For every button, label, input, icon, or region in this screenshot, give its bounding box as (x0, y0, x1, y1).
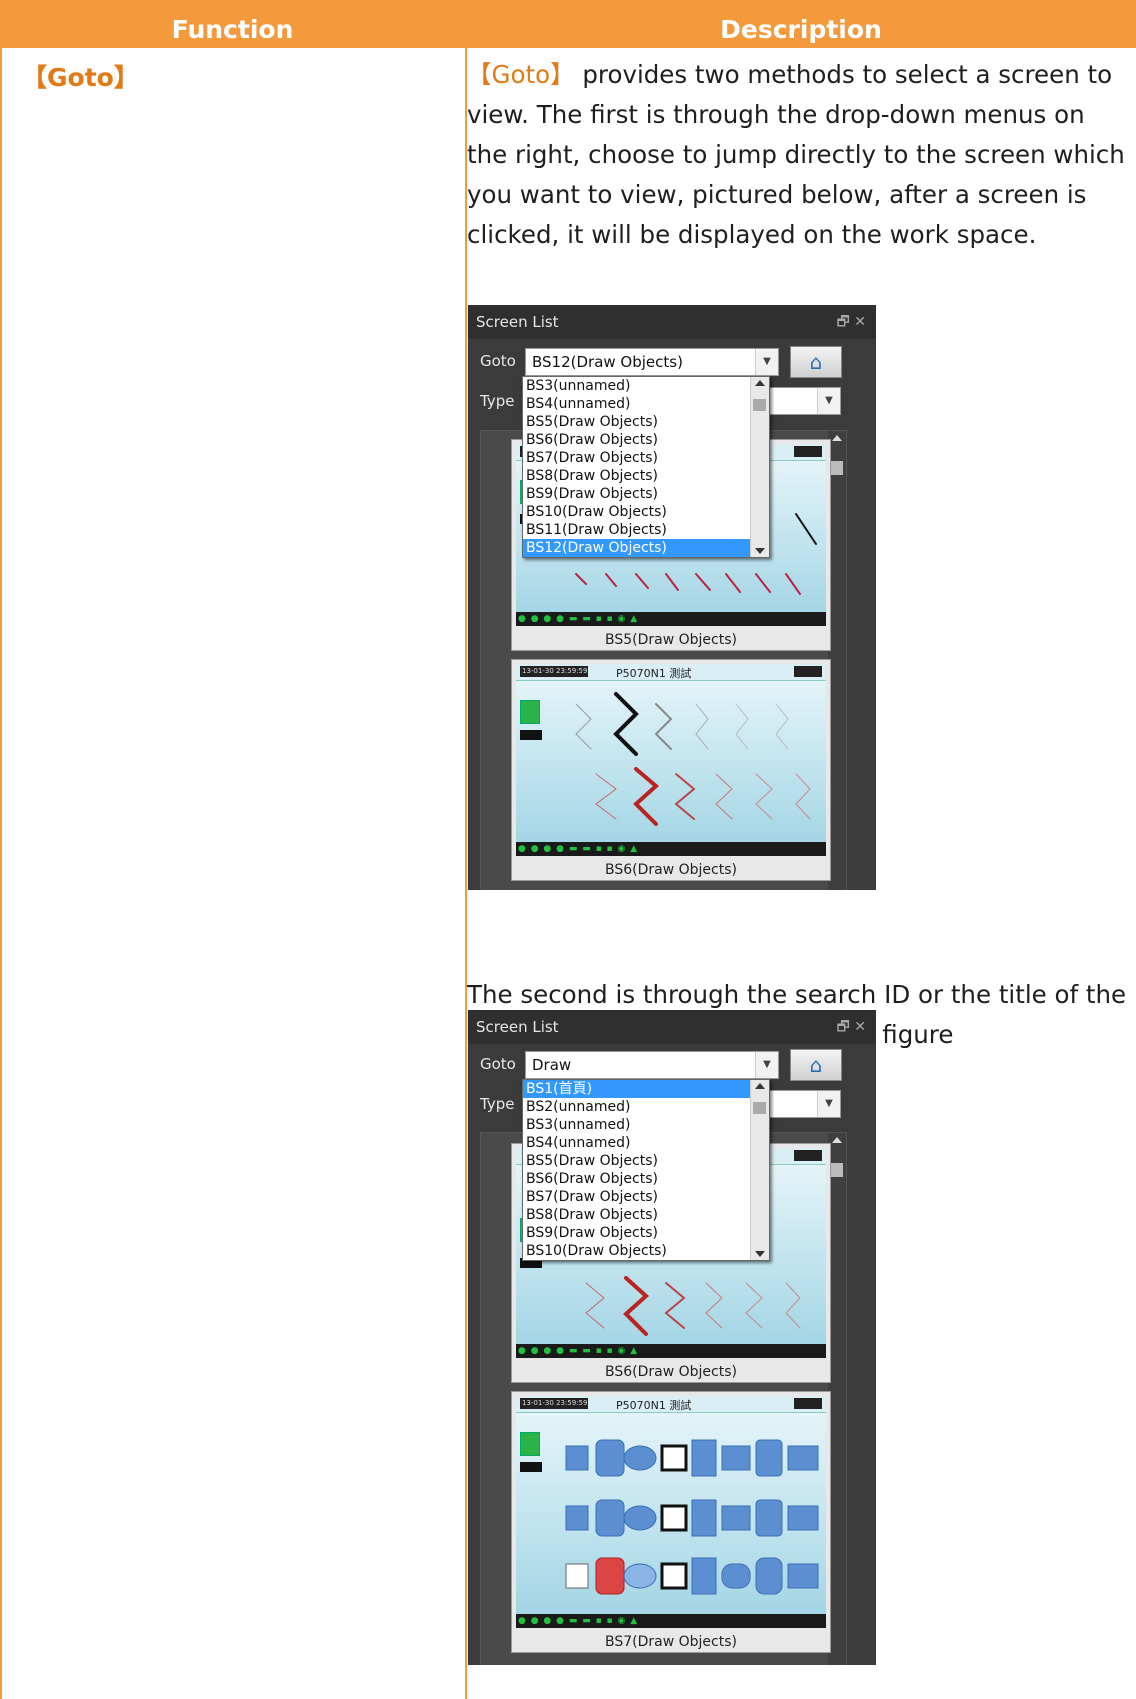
scroll-up-icon[interactable] (832, 435, 842, 441)
scroll-thumb[interactable] (753, 1102, 766, 1114)
header-description: Description (720, 15, 882, 44)
preview-zigzags (575, 692, 811, 826)
dropdown-item[interactable]: BS4(unnamed) (523, 395, 769, 413)
chevron-down-icon[interactable]: ▼ (817, 388, 840, 414)
goto-dropdown-list[interactable]: BS1(首頁) BS2(unnamed) BS3(unnamed) BS4(unnam… (522, 1079, 770, 1261)
home-button[interactable]: ⌂ (790, 1049, 842, 1081)
dropdown-item[interactable]: BS8(Draw Objects) (523, 1206, 769, 1224)
dropdown-item[interactable]: BS5(Draw Objects) (523, 413, 769, 431)
preview-dots: ● ● ● ● ▬ ▬ ▪ ▪ ◉ ▲ (518, 614, 639, 624)
dropdown-item[interactable]: BS3(unnamed) (523, 377, 769, 395)
dropdown-item[interactable]: BS12(Draw Objects) (523, 539, 769, 557)
goto-combo[interactable]: Draw ▼ (525, 1051, 779, 1079)
thumbnail-caption: BS7(Draw Objects) (605, 1634, 737, 1650)
dropdown-item[interactable]: BS9(Draw Objects) (523, 1224, 769, 1242)
table-divider (465, 48, 467, 1699)
screen-list-panel-1: Screen List 🗗 ✕ Goto BS12(Draw Objects) … (468, 305, 876, 890)
dropdown-item[interactable]: BS6(Draw Objects) (523, 1170, 769, 1188)
home-icon: ⌂ (809, 1053, 823, 1077)
dropdown-scrollbar[interactable] (750, 377, 769, 557)
dropdown-item[interactable]: BS10(Draw Objects) (523, 503, 769, 521)
thumbnail-caption: BS6(Draw Objects) (605, 1364, 737, 1380)
goto-dropdown-list[interactable]: BS3(unnamed) BS4(unnamed) BS5(Draw Objects… (522, 376, 770, 558)
dropdown-item[interactable]: BS4(unnamed) (523, 1134, 769, 1152)
table-border-left (0, 48, 2, 1699)
type-label: Type (480, 392, 515, 410)
scroll-down-icon[interactable] (755, 1251, 765, 1257)
thumbnail-caption: BS6(Draw Objects) (605, 862, 737, 878)
scroll-up-icon[interactable] (755, 380, 765, 386)
chevron-down-icon[interactable]: ▼ (755, 1052, 778, 1078)
scroll-thumb[interactable] (831, 1163, 843, 1177)
thumbnail-card[interactable]: 13-01-30 23:59:59 P5070N1 測試 ● ● ● ● ▬ ▬… (511, 1391, 831, 1653)
goto-value: BS12(Draw Objects) (532, 353, 683, 371)
home-button[interactable]: ⌂ (790, 346, 842, 378)
dropdown-item[interactable]: BS8(Draw Objects) (523, 467, 769, 485)
preview-shapes (565, 1439, 819, 1595)
settings-table: Function Description 【Goto】 【Goto】 provi… (0, 0, 1136, 1699)
goto-value: Draw (532, 1056, 572, 1074)
screen-list-panel-2: Screen List 🗗 ✕ Goto Draw ▼ ⌂ Type ▼ ● ●… (468, 1010, 876, 1665)
thumbnail-caption: BS5(Draw Objects) (605, 632, 737, 648)
window-controls-icon[interactable]: 🗗 ✕ (837, 305, 866, 339)
thumbnail-preview: 13-01-30 23:59:59 P5070N1 測試 ● ● ● ● ▬ ▬… (516, 1396, 826, 1628)
goto-highlight: 【Goto】 (467, 60, 575, 89)
home-icon: ⌂ (809, 350, 823, 374)
preview-dots: ● ● ● ● ▬ ▬ ▪ ▪ ◉ ▲ (518, 1346, 639, 1356)
header-function: Function (171, 15, 294, 44)
dropdown-item[interactable]: BS3(unnamed) (523, 1116, 769, 1134)
goto-label: Goto (480, 352, 516, 370)
scroll-down-icon[interactable] (755, 548, 765, 554)
description-paragraph-1: 【Goto】 provides two methods to select a … (467, 55, 1127, 255)
function-goto: 【Goto】 (22, 63, 139, 92)
scroll-thumb[interactable] (831, 461, 843, 475)
thumbnail-card[interactable]: 13-01-30 23:59:59 P5070N1 測試 ● ● ● ● ▬ ▬… (511, 659, 831, 881)
goto-label: Goto (480, 1055, 516, 1073)
dropdown-item[interactable]: BS2(unnamed) (523, 1098, 769, 1116)
dropdown-item[interactable]: BS1(首頁) (523, 1080, 769, 1098)
dropdown-item[interactable]: BS9(Draw Objects) (523, 485, 769, 503)
preview-bottom-bar: ● ● ● ● ▬ ▬ ▪ ▪ ◉ ▲ (516, 1614, 826, 1628)
preview-dots: ● ● ● ● ▬ ▬ ▪ ▪ ◉ ▲ (518, 1616, 639, 1626)
dropdown-item[interactable]: BS11(Draw Objects) (523, 521, 769, 539)
scroll-up-icon[interactable] (755, 1083, 765, 1089)
chevron-down-icon[interactable]: ▼ (755, 349, 778, 375)
dropdown-item[interactable]: BS10(Draw Objects) (523, 1242, 769, 1260)
dropdown-item[interactable]: BS6(Draw Objects) (523, 431, 769, 449)
table-header: Function Description (0, 0, 1136, 48)
dropdown-item[interactable]: BS5(Draw Objects) (523, 1152, 769, 1170)
preview-bottom-bar: ● ● ● ● ▬ ▬ ▪ ▪ ◉ ▲ (516, 842, 826, 856)
panel-title-text: Screen List (476, 1018, 559, 1036)
panel-title-text: Screen List (476, 313, 559, 331)
window-controls-icon[interactable]: 🗗 ✕ (837, 1010, 866, 1044)
dropdown-scrollbar[interactable] (750, 1080, 769, 1260)
dropdown-item[interactable]: BS7(Draw Objects) (523, 449, 769, 467)
thumbnail-preview: 13-01-30 23:59:59 P5070N1 測試 ● ● ● ● ▬ ▬… (516, 664, 826, 856)
panel-title: Screen List 🗗 ✕ (468, 305, 876, 339)
preview-bottom-bar: ● ● ● ● ▬ ▬ ▪ ▪ ◉ ▲ (516, 1344, 826, 1358)
preview-bottom-bar: ● ● ● ● ▬ ▬ ▪ ▪ ◉ ▲ (516, 612, 826, 626)
goto-combo[interactable]: BS12(Draw Objects) ▼ (525, 348, 779, 376)
type-label: Type (480, 1095, 515, 1113)
scroll-up-icon[interactable] (832, 1137, 842, 1143)
panel-title: Screen List 🗗 ✕ (468, 1010, 876, 1044)
preview-dots: ● ● ● ● ▬ ▬ ▪ ▪ ◉ ▲ (518, 844, 639, 854)
dropdown-item[interactable]: BS7(Draw Objects) (523, 1188, 769, 1206)
scroll-thumb[interactable] (753, 399, 766, 411)
chevron-down-icon[interactable]: ▼ (817, 1091, 840, 1117)
